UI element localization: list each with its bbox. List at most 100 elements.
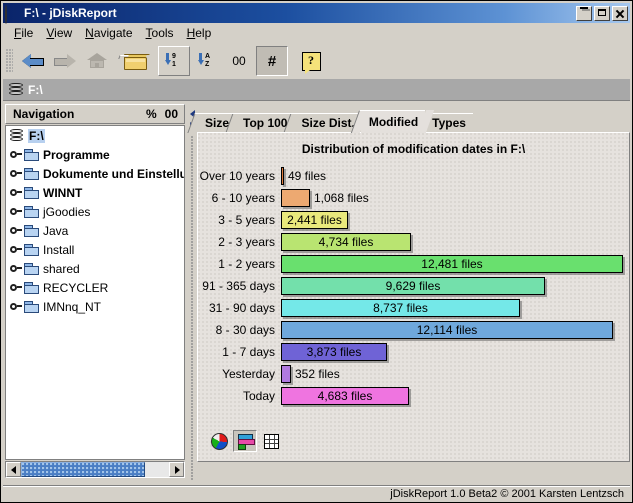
bar-row: Yesterday 352 files [198, 363, 629, 385]
toolbar-grip[interactable] [6, 49, 13, 73]
tab-modified[interactable]: Modified [360, 110, 426, 133]
tree-item-imnnq-nt[interactable]: IMNnq_NT [6, 297, 184, 316]
bar-91-365-days[interactable]: 9,629 files [281, 277, 545, 295]
title-bar: F:\ - jDiskReport [3, 3, 630, 24]
menu-tools[interactable]: Tools [141, 25, 182, 42]
tree-item-java[interactable]: Java [6, 221, 184, 240]
table-view-button[interactable] [259, 430, 283, 452]
count-column-header[interactable]: 00 [165, 107, 178, 121]
percent-column-header[interactable]: % [146, 107, 157, 121]
menu-navigate[interactable]: Navigate [80, 25, 140, 42]
bar-row: 1 - 7 days 3,873 files [198, 341, 629, 363]
navigation-pane: Navigation % 00 F:\ Programme Dokumente … [3, 102, 189, 485]
bar-value-label: 49 files [288, 169, 327, 183]
open-folder-icon [124, 53, 150, 70]
folder-icon [24, 224, 39, 237]
bar-6-10-years[interactable] [281, 189, 310, 207]
scrollbar-thumb[interactable] [21, 462, 145, 477]
bar-row: Today 4,683 files [198, 385, 629, 407]
tree-item-drive[interactable]: F:\ [6, 126, 184, 145]
folder-icon [24, 262, 39, 275]
folder-icon [24, 243, 39, 256]
help-button[interactable]: ? [296, 47, 326, 75]
bar-over-10-years[interactable] [281, 167, 284, 185]
bar-31-90-days[interactable]: 8,737 files [281, 299, 520, 317]
jdiskreport-window: F:\ - jDiskReport File View Navigate Too… [0, 0, 633, 503]
bar-row: 1 - 2 years 12,481 files [198, 253, 629, 275]
expand-handle-icon[interactable] [10, 281, 23, 294]
home-button[interactable] [82, 47, 112, 75]
tree-item-dokumente-und-einstellungen[interactable]: Dokumente und Einstellungen [6, 164, 184, 183]
expand-handle-icon[interactable] [10, 167, 23, 180]
bar-category-label: 8 - 30 days [215, 323, 275, 337]
toolbar: 9 1 A Z 00 # ? [3, 44, 630, 78]
bar-8-30-days[interactable]: 12,114 files [281, 321, 613, 339]
expand-handle-icon[interactable] [10, 186, 23, 199]
back-button[interactable] [18, 47, 48, 75]
expand-handle-icon[interactable] [10, 243, 23, 256]
close-button[interactable] [612, 5, 628, 21]
bar-1-7-days[interactable]: 3,873 files [281, 343, 387, 361]
tree-item-label: F:\ [28, 128, 45, 143]
pie-chart-icon [210, 432, 228, 450]
menu-file[interactable]: File [9, 25, 41, 42]
bar-row: 6 - 10 years 1,068 files [198, 187, 629, 209]
tree-horizontal-scrollbar[interactable] [5, 461, 185, 478]
bar-yesterday[interactable] [281, 365, 291, 383]
bar-category-label: 2 - 3 years [218, 235, 275, 249]
bar-2-3-years[interactable]: 4,734 files [281, 233, 411, 251]
window-title: F:\ - jDiskReport [24, 6, 117, 20]
tree-item-shared[interactable]: shared [6, 259, 184, 278]
sort-numeric-button[interactable]: 9 1 [158, 46, 190, 76]
bar-value-label: 9,629 files [385, 279, 441, 293]
bar-chart-icon [237, 434, 255, 450]
tree-item-programme[interactable]: Programme [6, 145, 184, 164]
tree-item-jgoodies[interactable]: jGoodies [6, 202, 184, 221]
split-divider[interactable] [189, 102, 197, 485]
menu-view[interactable]: View [41, 25, 80, 42]
bar-3-5-years[interactable]: 2,441 files [281, 211, 348, 229]
back-arrow-icon [22, 54, 44, 68]
forward-arrow-icon [54, 54, 76, 68]
navigation-header: Navigation % 00 [5, 104, 185, 124]
tree-item-winnt[interactable]: WINNT [6, 183, 184, 202]
folder-icon [24, 205, 39, 218]
open-folder-button[interactable] [120, 47, 150, 75]
maximize-button[interactable] [594, 5, 610, 21]
expand-handle-icon[interactable] [10, 262, 23, 275]
bar-value-label: 12,114 files [416, 323, 478, 337]
scrollbar-track[interactable] [21, 462, 169, 477]
tree-item-label: jGoodies [43, 204, 91, 219]
menu-help[interactable]: Help [182, 25, 220, 42]
tree-item-recycler[interactable]: RECYCLER [6, 278, 184, 297]
expand-handle-icon[interactable] [10, 300, 23, 313]
tree-item-label: IMNnq_NT [43, 299, 102, 314]
tree-item-label: shared [43, 261, 80, 276]
scroll-left-button[interactable] [6, 462, 21, 477]
bar-today[interactable]: 4,683 files [281, 387, 409, 405]
scroll-right-button[interactable] [169, 462, 184, 477]
bar-value-label: 8,737 files [373, 301, 428, 315]
minimize-button[interactable] [576, 5, 592, 21]
pie-view-button[interactable] [207, 430, 231, 452]
sort-alpha-button[interactable]: A Z [192, 47, 222, 75]
forward-button[interactable] [50, 47, 80, 75]
bar-view-button[interactable] [233, 430, 257, 452]
folder-icon [24, 167, 39, 180]
tree-item-label: Java [43, 223, 69, 238]
folder-tree[interactable]: F:\ Programme Dokumente und Einstellunge… [5, 125, 185, 460]
number-toggle-button[interactable]: # [256, 46, 288, 76]
expand-handle-icon[interactable] [10, 205, 23, 218]
tree-item-label: Programme [43, 147, 110, 162]
home-house-icon [87, 53, 107, 69]
bar-1-2-years[interactable]: 12,481 files [281, 255, 623, 273]
bar-category-label: 91 - 365 days [202, 279, 275, 293]
bar-category-label: Over 10 years [199, 169, 275, 183]
current-path: F:\ [28, 82, 43, 97]
folder-icon [24, 300, 39, 313]
count-toggle-button[interactable]: 00 [224, 47, 254, 75]
bar-value-label: 3,873 files [306, 345, 362, 359]
tree-item-install[interactable]: Install [6, 240, 184, 259]
expand-handle-icon[interactable] [10, 148, 23, 161]
expand-handle-icon[interactable] [10, 224, 23, 237]
